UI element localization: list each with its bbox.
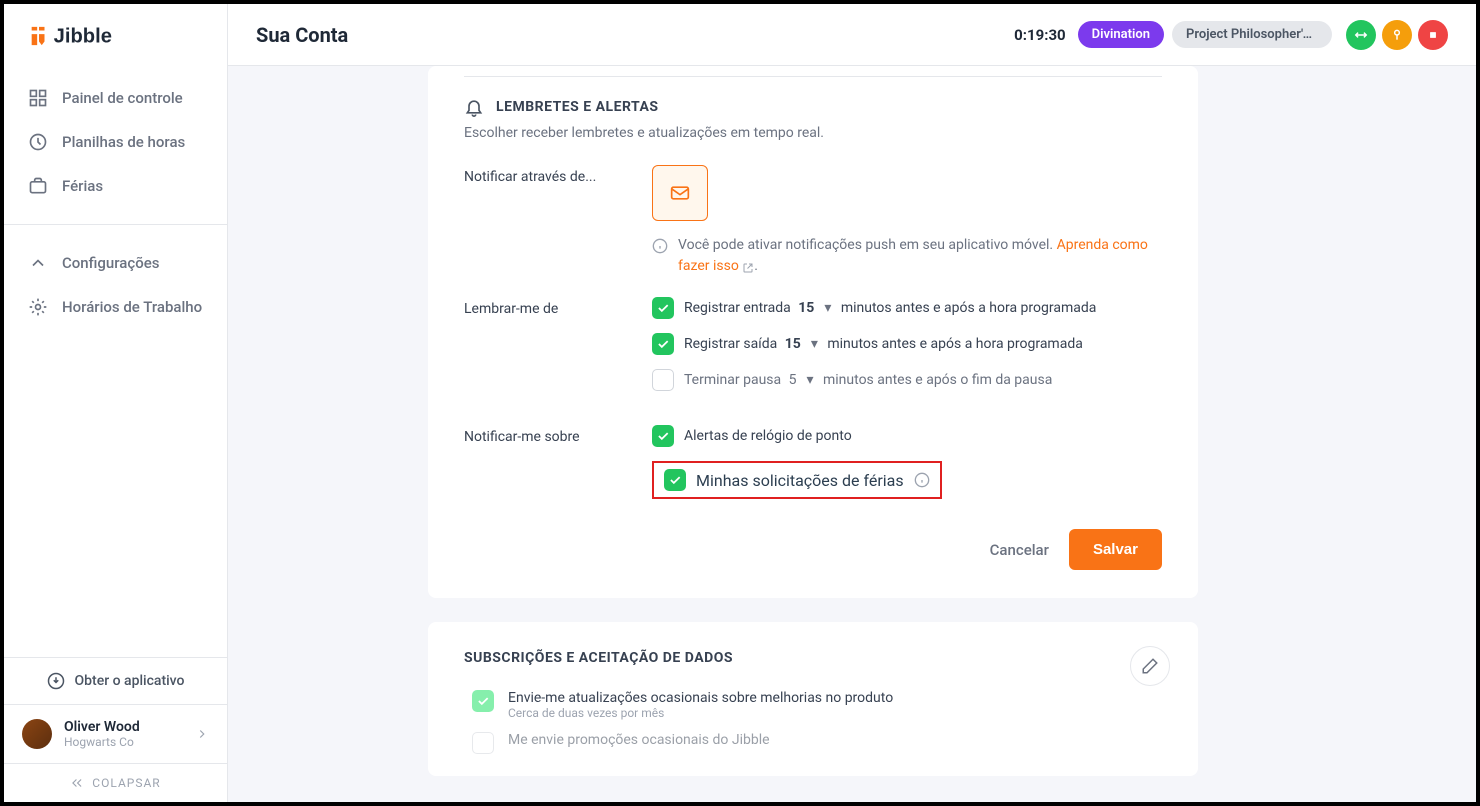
product-updates-checkbox[interactable] [472, 690, 494, 712]
info-icon[interactable] [914, 472, 930, 488]
break-minutes-dropdown[interactable]: 5 [789, 372, 797, 388]
chevron-up-icon [28, 253, 48, 273]
section-title: SUBSCRIÇÕES E ACEITAÇÃO DE DADOS [464, 650, 1162, 666]
schedule-icon [28, 297, 48, 317]
sidebar-item-leave[interactable]: Férias [4, 164, 227, 208]
clock-icon [28, 132, 48, 152]
avatar [22, 719, 52, 749]
clock-in-checkbox[interactable] [652, 297, 674, 319]
logo[interactable]: Jibble [4, 4, 227, 68]
subscriptions-card: SUBSCRIÇÕES E ACEITAÇÃO DE DADOS Envie-m… [428, 622, 1198, 776]
promotions-checkbox[interactable] [472, 732, 494, 754]
break-button[interactable] [1382, 20, 1412, 50]
leave-requests-label: Minhas solicitações de férias [696, 471, 904, 490]
sidebar: Jibble Painel de controle Planilhas de h… [4, 4, 228, 802]
sidebar-item-work-schedules[interactable]: Horários de Trabalho [4, 285, 227, 329]
info-icon [652, 238, 668, 254]
chevron-down-icon[interactable]: ▾ [806, 372, 813, 388]
swap-button[interactable] [1346, 20, 1376, 50]
clock-alerts-label: Alertas de relógio de ponto [684, 428, 852, 444]
page-title: Sua Conta [256, 23, 348, 47]
svg-text:Jibble: Jibble [54, 25, 112, 47]
sidebar-item-dashboard[interactable]: Painel de controle [4, 76, 227, 120]
pencil-icon [1141, 657, 1159, 675]
user-org: Hogwarts Co [64, 735, 183, 749]
project-chip[interactable]: Project Philosopher's S... [1172, 21, 1332, 48]
save-button[interactable]: Salvar [1069, 529, 1162, 570]
clock-out-minutes-dropdown[interactable]: 15 [785, 336, 801, 352]
clock-in-minutes-dropdown[interactable]: 15 [798, 300, 814, 316]
user-name: Oliver Wood [64, 719, 183, 735]
cancel-button[interactable]: Cancelar [990, 541, 1049, 559]
user-profile-card[interactable]: Oliver Wood Hogwarts Co [4, 704, 227, 763]
clock-out-checkbox[interactable] [652, 333, 674, 355]
stop-button[interactable] [1418, 20, 1448, 50]
leave-requests-highlight: Minhas solicitações de férias [652, 461, 942, 499]
timer-display: 0:19:30 [1014, 26, 1065, 44]
mail-icon [666, 183, 694, 203]
sidebar-item-label: Horários de Trabalho [62, 298, 202, 316]
sidebar-item-timesheets[interactable]: Planilhas de horas [4, 120, 227, 164]
get-app-button[interactable]: Obter o aplicativo [4, 657, 227, 704]
activity-chip[interactable]: Divination [1078, 21, 1164, 48]
sidebar-item-label: Configurações [62, 254, 159, 272]
download-icon [47, 672, 65, 690]
chevron-down-icon[interactable]: ▾ [824, 300, 831, 316]
email-notification-toggle[interactable] [652, 165, 708, 221]
sidebar-item-label: Planilhas de horas [62, 133, 185, 151]
leave-requests-checkbox[interactable] [664, 469, 686, 491]
product-updates-label: Envie-me atualizações ocasionais sobre m… [508, 690, 893, 706]
briefcase-icon [28, 176, 48, 196]
product-updates-desc: Cerca de duas vezes por mês [508, 706, 893, 720]
promotions-label: Me envie promoções ocasionais do Jibble [508, 732, 770, 748]
chevron-right-icon [195, 727, 209, 741]
chevron-left-double-icon [70, 776, 84, 790]
section-desc: Escolher receber lembretes e atualizaçõe… [464, 125, 1162, 141]
dashboard-icon [28, 88, 48, 108]
section-title: LEMBRETES E ALERTAS [496, 99, 659, 115]
collapse-button[interactable]: COLAPSAR [4, 763, 227, 802]
notify-about-label: Notificar-me sobre [464, 425, 652, 445]
sidebar-item-settings[interactable]: Configurações [4, 241, 227, 285]
clock-alerts-checkbox[interactable] [652, 425, 674, 447]
notify-via-label: Notificar através de... [464, 165, 652, 185]
sidebar-item-label: Férias [62, 177, 103, 195]
reminders-card: LEMBRETES E ALERTAS Escolher receber lem… [428, 66, 1198, 598]
sidebar-item-label: Painel de controle [62, 89, 183, 107]
remind-me-label: Lembrar-me de [464, 297, 652, 317]
top-bar: Sua Conta 0:19:30 Divination Project Phi… [228, 4, 1476, 66]
bell-icon [464, 97, 484, 117]
chevron-down-icon[interactable]: ▾ [811, 336, 818, 352]
break-end-checkbox[interactable] [652, 369, 674, 391]
edit-button[interactable] [1130, 646, 1170, 686]
push-info-text: Você pode ativar notificações push em se… [678, 235, 1162, 277]
